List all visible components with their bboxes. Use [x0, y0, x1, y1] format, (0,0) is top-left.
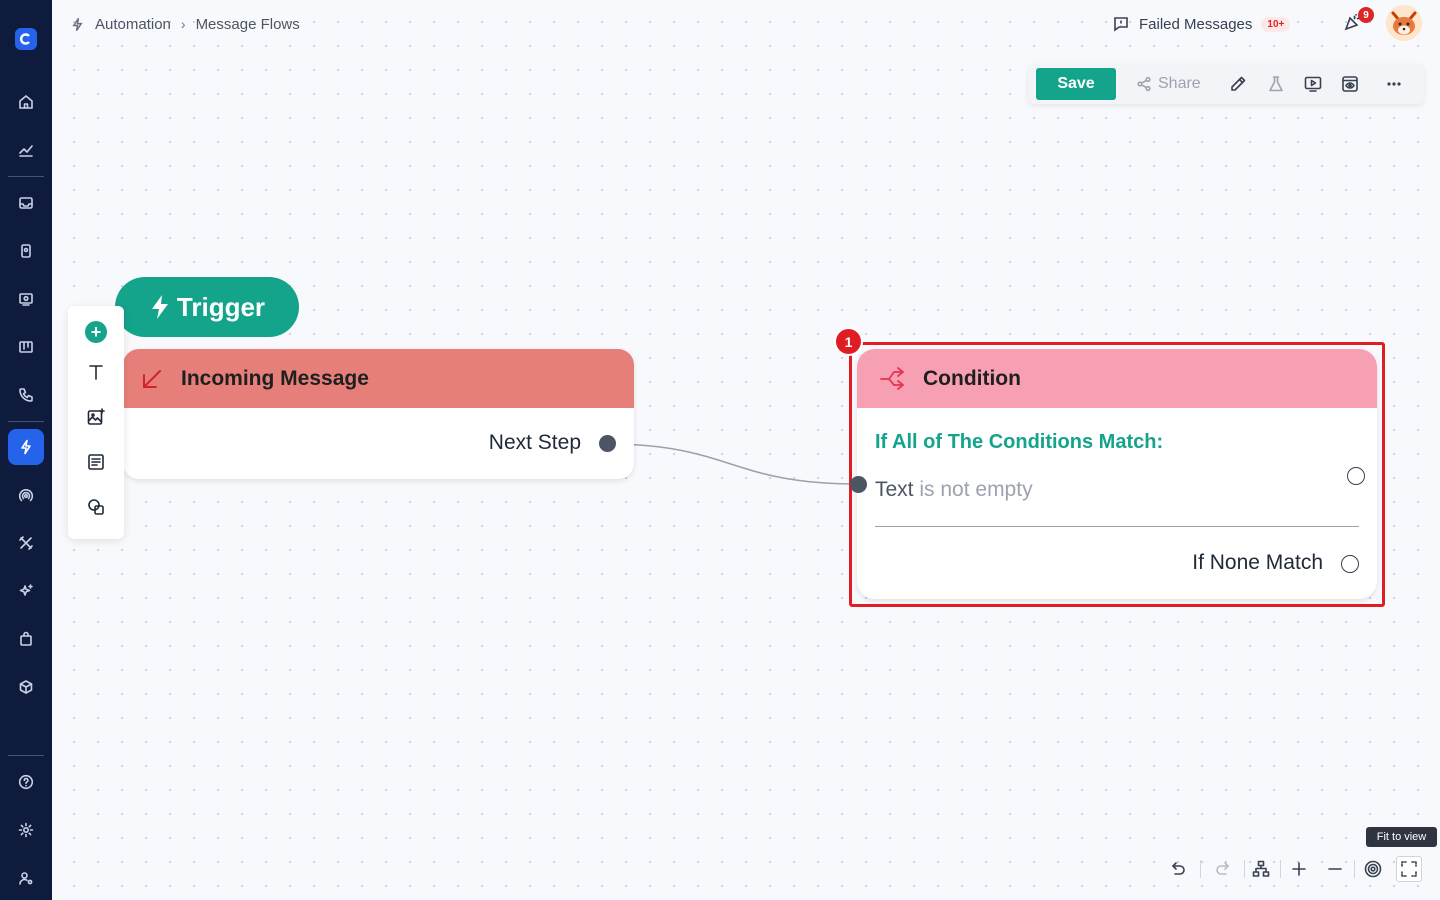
arrow-down-left-icon: [143, 369, 161, 388]
sidebar-divider: [8, 755, 44, 756]
share-button[interactable]: Share: [1136, 72, 1201, 96]
redo-icon[interactable]: [1210, 856, 1236, 882]
chevron-right-icon: ›: [180, 16, 186, 32]
controls-divider: [1354, 860, 1355, 878]
analytics-icon[interactable]: [8, 132, 44, 168]
card-tool-button[interactable]: [85, 451, 107, 473]
user-settings-icon[interactable]: [8, 860, 44, 896]
test-flask-icon[interactable]: [1266, 74, 1286, 94]
text-icon: [89, 365, 103, 380]
broadcast-icon[interactable]: [8, 281, 44, 317]
save-button[interactable]: Save: [1036, 68, 1116, 100]
preview-play-icon[interactable]: [1303, 74, 1323, 94]
node-toolbox: +: [68, 306, 124, 539]
app-logo[interactable]: [15, 28, 37, 50]
controls-divider: [1244, 860, 1245, 878]
failed-messages-button[interactable]: Failed Messages 10+: [1112, 13, 1291, 35]
zoom-out-icon[interactable]: [1322, 856, 1348, 882]
inbox-icon[interactable]: [8, 185, 44, 221]
breadcrumb: Automation › Message Flows: [70, 14, 300, 34]
lightning-icon: [151, 295, 168, 319]
failed-messages-badge: 10+: [1261, 16, 1291, 32]
tools-icon[interactable]: [8, 525, 44, 561]
notifications-button[interactable]: 9: [1343, 7, 1374, 36]
add-node-button[interactable]: +: [85, 321, 107, 343]
controls-divider: [1200, 860, 1201, 878]
avatar[interactable]: [1386, 5, 1422, 41]
condition-input-port[interactable]: [850, 476, 867, 493]
image-add-icon: [87, 408, 105, 425]
none-match-output-port[interactable]: [1341, 555, 1359, 573]
selection-highlight: [849, 342, 1385, 607]
help-icon[interactable]: [8, 764, 44, 800]
notification-count: 9: [1358, 7, 1374, 23]
focus-target-icon[interactable]: [1360, 856, 1386, 882]
trigger-pill[interactable]: Trigger: [115, 277, 299, 337]
package-settings-icon[interactable]: [8, 669, 44, 705]
ai-sparkle-icon[interactable]: [8, 573, 44, 609]
share-icon: [1137, 76, 1151, 92]
incoming-message-node[interactable]: Incoming Message Next Step: [123, 349, 634, 479]
message-alert-icon: [1114, 17, 1128, 32]
shapes-icon: [88, 499, 104, 515]
shapes-tool-button[interactable]: [85, 496, 107, 518]
fox-avatar-icon: [1386, 5, 1422, 41]
view-eye-icon[interactable]: [1340, 74, 1360, 94]
text-tool-button[interactable]: [85, 361, 107, 383]
image-tool-button[interactable]: [85, 406, 107, 428]
automation-icon[interactable]: [8, 429, 44, 465]
undo-icon[interactable]: [1165, 856, 1191, 882]
settings-icon[interactable]: [8, 812, 44, 848]
phone-icon[interactable]: [8, 377, 44, 413]
fit-to-view-icon[interactable]: [1396, 856, 1422, 882]
signal-icon[interactable]: [8, 477, 44, 513]
match-all-output-port[interactable]: [1347, 467, 1365, 485]
contacts-icon[interactable]: [8, 233, 44, 269]
trigger-pill-label: Trigger: [176, 291, 266, 322]
breadcrumb-root[interactable]: Automation: [95, 16, 171, 33]
automation-breadcrumb-icon: [72, 17, 83, 31]
breadcrumb-current: Message Flows: [195, 15, 300, 33]
step-marker-badge: 1: [834, 327, 863, 356]
flow-toolbar: Save Share: [1028, 64, 1424, 104]
fit-to-view-tooltip: Fit to view: [1366, 827, 1437, 847]
incoming-message-title: Incoming Message: [181, 366, 369, 390]
shop-icon[interactable]: [8, 621, 44, 657]
next-step-output-port[interactable]: [599, 435, 616, 452]
document-icon: [88, 454, 104, 470]
edit-icon[interactable]: [1228, 74, 1248, 94]
sidebar-divider: [8, 176, 44, 177]
share-label: Share: [1158, 75, 1201, 92]
home-icon[interactable]: [8, 84, 44, 120]
controls-divider: [1280, 860, 1281, 878]
sidebar: [0, 0, 52, 900]
plus-icon: +: [85, 321, 107, 343]
auto-layout-icon[interactable]: [1248, 856, 1274, 882]
sidebar-divider: [8, 421, 44, 422]
incoming-message-header: Incoming Message: [123, 349, 634, 408]
next-step-label: Next Step: [488, 431, 581, 454]
board-icon[interactable]: [8, 329, 44, 365]
failed-messages-label: Failed Messages: [1139, 15, 1253, 33]
more-options-icon[interactable]: [1384, 74, 1404, 94]
zoom-in-icon[interactable]: [1286, 856, 1312, 882]
